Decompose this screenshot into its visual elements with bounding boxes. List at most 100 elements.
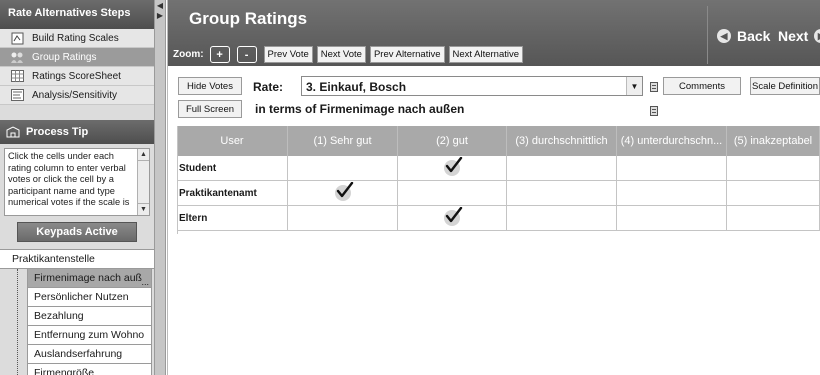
keypads-container: Keypads Active — [0, 222, 154, 242]
vote-cell[interactable] — [507, 181, 617, 205]
left-panel: Rate Alternatives Steps Build Rating Sca… — [0, 0, 155, 375]
grid-header: User (1) Sehr gut (2) gut (3) durchschni… — [177, 126, 820, 156]
comments-button[interactable]: Comments — [663, 77, 741, 95]
checkmark-icon — [444, 157, 463, 176]
user-cell[interactable]: Eltern — [177, 206, 288, 230]
scroll-up-icon[interactable]: ▲ — [138, 149, 149, 161]
table-row: Eltern — [177, 206, 820, 231]
tree-item-entfernung[interactable]: Entfernung zum Wohno — [27, 326, 152, 345]
vote-cell[interactable] — [507, 206, 617, 230]
keypads-active-button[interactable]: Keypads Active — [17, 222, 137, 242]
rate-label: Rate: — [253, 80, 284, 94]
chevron-down-icon[interactable]: ▼ — [626, 77, 642, 95]
process-tip-text: Click the cells under each rating column… — [8, 151, 130, 207]
top-bar: Group Ratings ◀ Back Next ▶ Zoom: + - Pr… — [167, 0, 820, 66]
steps-header: Rate Alternatives Steps — [0, 0, 154, 29]
vote-cell[interactable] — [288, 156, 398, 180]
checkmark-icon — [444, 207, 463, 226]
user-cell[interactable]: Praktikantenamt — [177, 181, 288, 205]
prev-alternative-button[interactable]: Prev Alternative — [369, 46, 445, 63]
note-icon[interactable] — [650, 82, 658, 92]
zoom-toolbar: Zoom: + - Prev Vote Next Vote Prev Alter… — [173, 46, 527, 63]
step-label: Build Rating Scales — [32, 32, 119, 44]
scales-icon — [10, 32, 24, 45]
column-header-durchschnittlich: (3) durchschnittlich — [507, 126, 617, 156]
vote-cell[interactable] — [398, 181, 507, 205]
table-row: Student — [177, 156, 820, 181]
vote-cell[interactable] — [288, 181, 398, 205]
vote-cell[interactable] — [617, 156, 727, 180]
vote-cell[interactable] — [398, 156, 507, 180]
group-ratings-icon — [10, 51, 24, 64]
back-label: Back — [737, 28, 771, 44]
scale-definition-button[interactable]: Scale Definition — [750, 77, 820, 95]
panel-splitter[interactable]: ◀ ▶ — [155, 0, 166, 375]
collapse-left-icon[interactable]: ◀ — [155, 0, 165, 10]
tree-item-label: Firmengröße — [34, 367, 95, 375]
tree-connector — [17, 269, 18, 375]
next-alternative-button[interactable]: Next Alternative — [448, 46, 524, 63]
ratings-grid: User (1) Sehr gut (2) gut (3) durchschni… — [177, 126, 820, 231]
checkmark-icon — [334, 182, 353, 201]
note-icon[interactable] — [650, 106, 658, 116]
table-row: Praktikantenamt — [177, 181, 820, 206]
vote-cell[interactable] — [288, 206, 398, 230]
criteria-tree: Firmenimage nach auß Persönlicher Nutzen… — [0, 269, 154, 375]
vote-cell[interactable] — [727, 206, 820, 230]
scroll-down-icon[interactable]: ▼ — [138, 203, 149, 215]
vote-cell[interactable] — [727, 156, 820, 180]
process-tip-scrollbar[interactable]: ▲ ▼ — [137, 149, 149, 215]
vote-cell[interactable] — [507, 156, 617, 180]
column-header-inakzeptabel: (5) inakzeptabel — [727, 126, 820, 156]
column-header-user: User — [177, 126, 288, 156]
next-label: Next — [778, 28, 809, 44]
user-cell[interactable]: Student — [177, 156, 288, 180]
process-tip-title: Process Tip — [26, 126, 89, 138]
alternative-select[interactable]: 3. Einkauf, Bosch ▼ — [301, 76, 643, 96]
step-label: Ratings ScoreSheet — [32, 70, 121, 82]
grid-border — [177, 126, 178, 234]
step-group-ratings[interactable]: Group Ratings — [0, 48, 154, 67]
zoom-label: Zoom: — [173, 49, 204, 60]
zoom-in-button[interactable]: + — [209, 46, 230, 63]
tree-item-label: Bezahlung — [34, 310, 84, 322]
back-button[interactable]: ◀ Back — [717, 28, 770, 44]
tree-item-auslandserfahrung[interactable]: Auslandserfahrung — [27, 345, 152, 364]
tree-item-persoenlicher-nutzen[interactable]: Persönlicher Nutzen — [27, 288, 152, 307]
step-analysis-sensitivity[interactable]: Analysis/Sensitivity — [0, 86, 154, 105]
hide-votes-button[interactable]: Hide Votes — [178, 77, 242, 95]
step-ratings-scoresheet[interactable]: Ratings ScoreSheet — [0, 67, 154, 86]
tree-root[interactable]: Praktikantenstelle — [0, 249, 154, 269]
tree-item-bezahlung[interactable]: Bezahlung — [27, 307, 152, 326]
step-label: Group Ratings — [32, 51, 97, 63]
vote-cell[interactable] — [617, 181, 727, 205]
back-arrow-icon: ◀ — [717, 29, 731, 43]
zoom-out-button[interactable]: - — [236, 46, 257, 63]
vote-cell[interactable] — [617, 206, 727, 230]
spacer — [0, 105, 154, 120]
nav-divider — [707, 6, 708, 64]
main-divider — [167, 0, 168, 375]
step-label: Analysis/Sensitivity — [32, 89, 118, 101]
grid-body: Student Praktikantenamt Eltern — [177, 156, 820, 231]
expand-right-icon[interactable]: ▶ — [155, 10, 165, 20]
alternative-select-value: 3. Einkauf, Bosch — [306, 80, 407, 94]
step-build-rating-scales[interactable]: Build Rating Scales — [0, 29, 154, 48]
vote-cell[interactable] — [398, 206, 507, 230]
main-area: Group Ratings ◀ Back Next ▶ Zoom: + - Pr… — [167, 0, 820, 375]
prev-vote-button[interactable]: Prev Vote — [263, 46, 313, 63]
process-tip-icon — [6, 126, 20, 138]
full-screen-button[interactable]: Full Screen — [178, 100, 242, 118]
tree-item-firmenimage[interactable]: Firmenimage nach auß — [27, 269, 152, 288]
vote-cell[interactable] — [727, 181, 820, 205]
next-arrow-icon: ▶ — [814, 29, 820, 43]
tree-item-label: Firmenimage nach auß — [34, 272, 142, 284]
process-tip-header: Process Tip — [0, 120, 154, 144]
next-vote-button[interactable]: Next Vote — [316, 46, 366, 63]
next-button[interactable]: Next ▶ — [778, 28, 820, 44]
scoresheet-icon — [10, 70, 24, 83]
criterion-subtitle: in terms of Firmenimage nach außen — [255, 102, 465, 116]
analysis-icon — [10, 89, 24, 102]
tree-item-label: Entfernung zum Wohno — [34, 329, 145, 341]
tree-item-firmengroesse[interactable]: Firmengröße — [27, 364, 152, 375]
